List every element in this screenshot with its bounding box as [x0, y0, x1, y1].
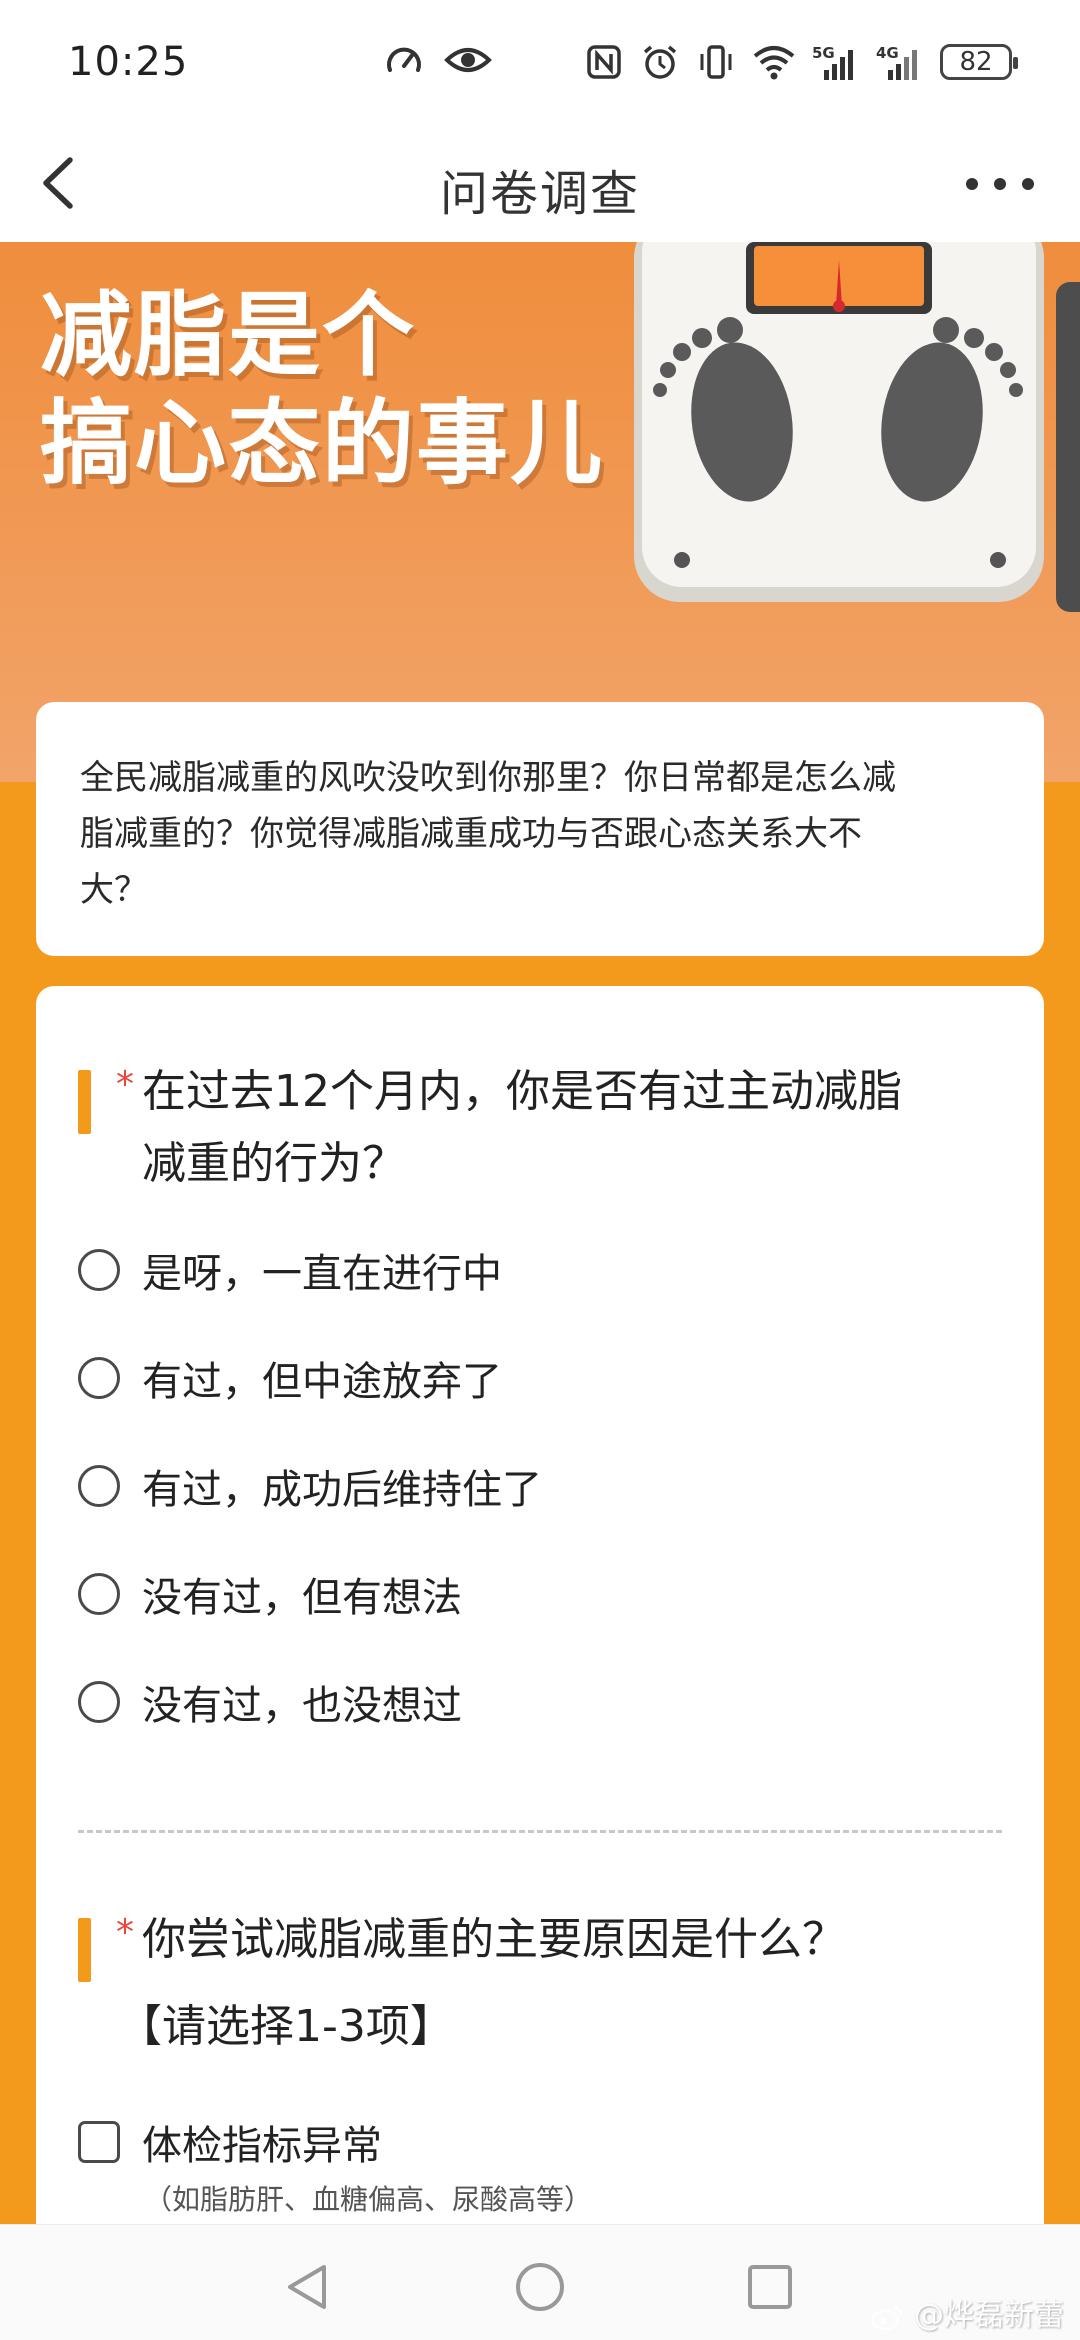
- checkbox-option[interactable]: 体检指标异常: [78, 2110, 382, 2174]
- page-title: 问卷调查: [439, 166, 640, 222]
- radio-button[interactable]: [78, 1357, 120, 1399]
- radio-option[interactable]: 没有过，也没想过: [78, 1670, 462, 1734]
- radio-option[interactable]: 有过，但中途放弃了: [78, 1346, 502, 1410]
- question-1-title-line1: 在过去12个月内，你是否有过主动减脂: [142, 1066, 902, 1117]
- question-accent-bar: [78, 1918, 91, 1982]
- nav-back-icon[interactable]: [280, 2259, 336, 2315]
- vibrate-icon: [700, 45, 732, 79]
- option-label: 有过，成功后维持住了: [142, 1467, 542, 1513]
- question-divider: [78, 1830, 1002, 1833]
- watermark: @烨磊新蕾: [870, 2290, 1064, 2334]
- svg-text:4G: 4G: [876, 44, 899, 62]
- question-card: * 在过去12个月内，你是否有过主动减脂 减重的行为？ 是呀，一直在进行中 有过…: [36, 986, 1044, 2340]
- status-bar: 10:25 5G 4G 82: [0, 0, 1080, 124]
- option-label: 没有过，但有想法: [142, 1575, 462, 1621]
- option-sublabel: （如脂肪肝、血糖偏高、尿酸高等）: [144, 2183, 593, 2216]
- banner-headline-line1: 减脂是个: [40, 282, 417, 389]
- speedometer-icon: [387, 47, 421, 72]
- intro-line2: 脂减重的？你觉得减脂减重成功与否跟心态关系大不: [80, 814, 862, 854]
- scale-edge-decoration: [1056, 282, 1080, 612]
- nfc-icon: [587, 45, 621, 79]
- status-right-icons: 5G 4G 82: [584, 42, 1018, 82]
- banner-headline: 减脂是个 搞心态的事儿: [40, 282, 604, 498]
- option-label: 没有过，也没想过: [142, 1683, 462, 1729]
- option-label: 是呀，一直在进行中: [142, 1251, 502, 1297]
- nav-home-icon[interactable]: [512, 2259, 568, 2315]
- radio-button[interactable]: [78, 1249, 120, 1291]
- question-1-title: 在过去12个月内，你是否有过主动减脂 减重的行为？: [142, 1056, 1080, 1200]
- watermark-text: @烨磊新蕾: [914, 2298, 1064, 2333]
- wifi-icon: [753, 46, 795, 80]
- intro-text: 全民减脂减重的风吹没吹到你那里？你日常都是怎么减 脂减重的？你觉得减脂减重成功与…: [80, 750, 1000, 918]
- option-label: 体检指标异常: [142, 2123, 382, 2169]
- banner-headline-line2: 搞心态的事儿: [40, 390, 605, 497]
- svg-text:5G: 5G: [812, 44, 835, 62]
- radio-option[interactable]: 是呀，一直在进行中: [78, 1238, 502, 1302]
- battery-icon: 82: [940, 44, 1018, 80]
- more-dots-icon[interactable]: [960, 164, 1040, 204]
- radio-option[interactable]: 没有过，但有想法: [78, 1562, 462, 1626]
- nav-bar: 问卷调查: [0, 124, 1080, 242]
- bathroom-scale-illustration: [634, 242, 1044, 602]
- radio-option[interactable]: 有过，成功后维持住了: [78, 1454, 542, 1518]
- required-mark: *: [116, 1912, 134, 1953]
- option-label: 有过，但中途放弃了: [142, 1359, 502, 1405]
- banner: 减脂是个 搞心态的事儿: [0, 242, 1080, 782]
- required-mark: *: [116, 1064, 134, 1105]
- question-1-title-line2: 减重的行为？: [142, 1138, 406, 1189]
- eye-icon: [444, 48, 492, 72]
- radio-button[interactable]: [78, 1573, 120, 1615]
- nav-recents-icon[interactable]: [742, 2259, 798, 2315]
- question-accent-bar: [78, 1070, 91, 1134]
- intro-line3: 大？: [80, 870, 148, 910]
- weibo-icon: [871, 2306, 903, 2330]
- intro-card: 全民减脂减重的风吹没吹到你那里？你日常都是怎么减 脂减重的？你觉得减脂减重成功与…: [36, 702, 1044, 956]
- radio-button[interactable]: [78, 1681, 120, 1723]
- status-time: 10:25: [68, 39, 189, 85]
- signal-icon-5g: 5G: [812, 44, 853, 80]
- alarm-icon: [643, 45, 677, 79]
- intro-line1: 全民减脂减重的风吹没吹到你那里？你日常都是怎么减: [80, 758, 896, 798]
- radio-button[interactable]: [78, 1465, 120, 1507]
- checkbox[interactable]: [78, 2121, 120, 2163]
- signal-icon-4g: 4G: [876, 44, 917, 80]
- question-2-title: 你尝试减脂减重的主要原因是什么？: [142, 1914, 846, 1965]
- question-2-note: 【请选择1-3项】: [118, 2001, 454, 2052]
- status-left-icons: [384, 40, 492, 80]
